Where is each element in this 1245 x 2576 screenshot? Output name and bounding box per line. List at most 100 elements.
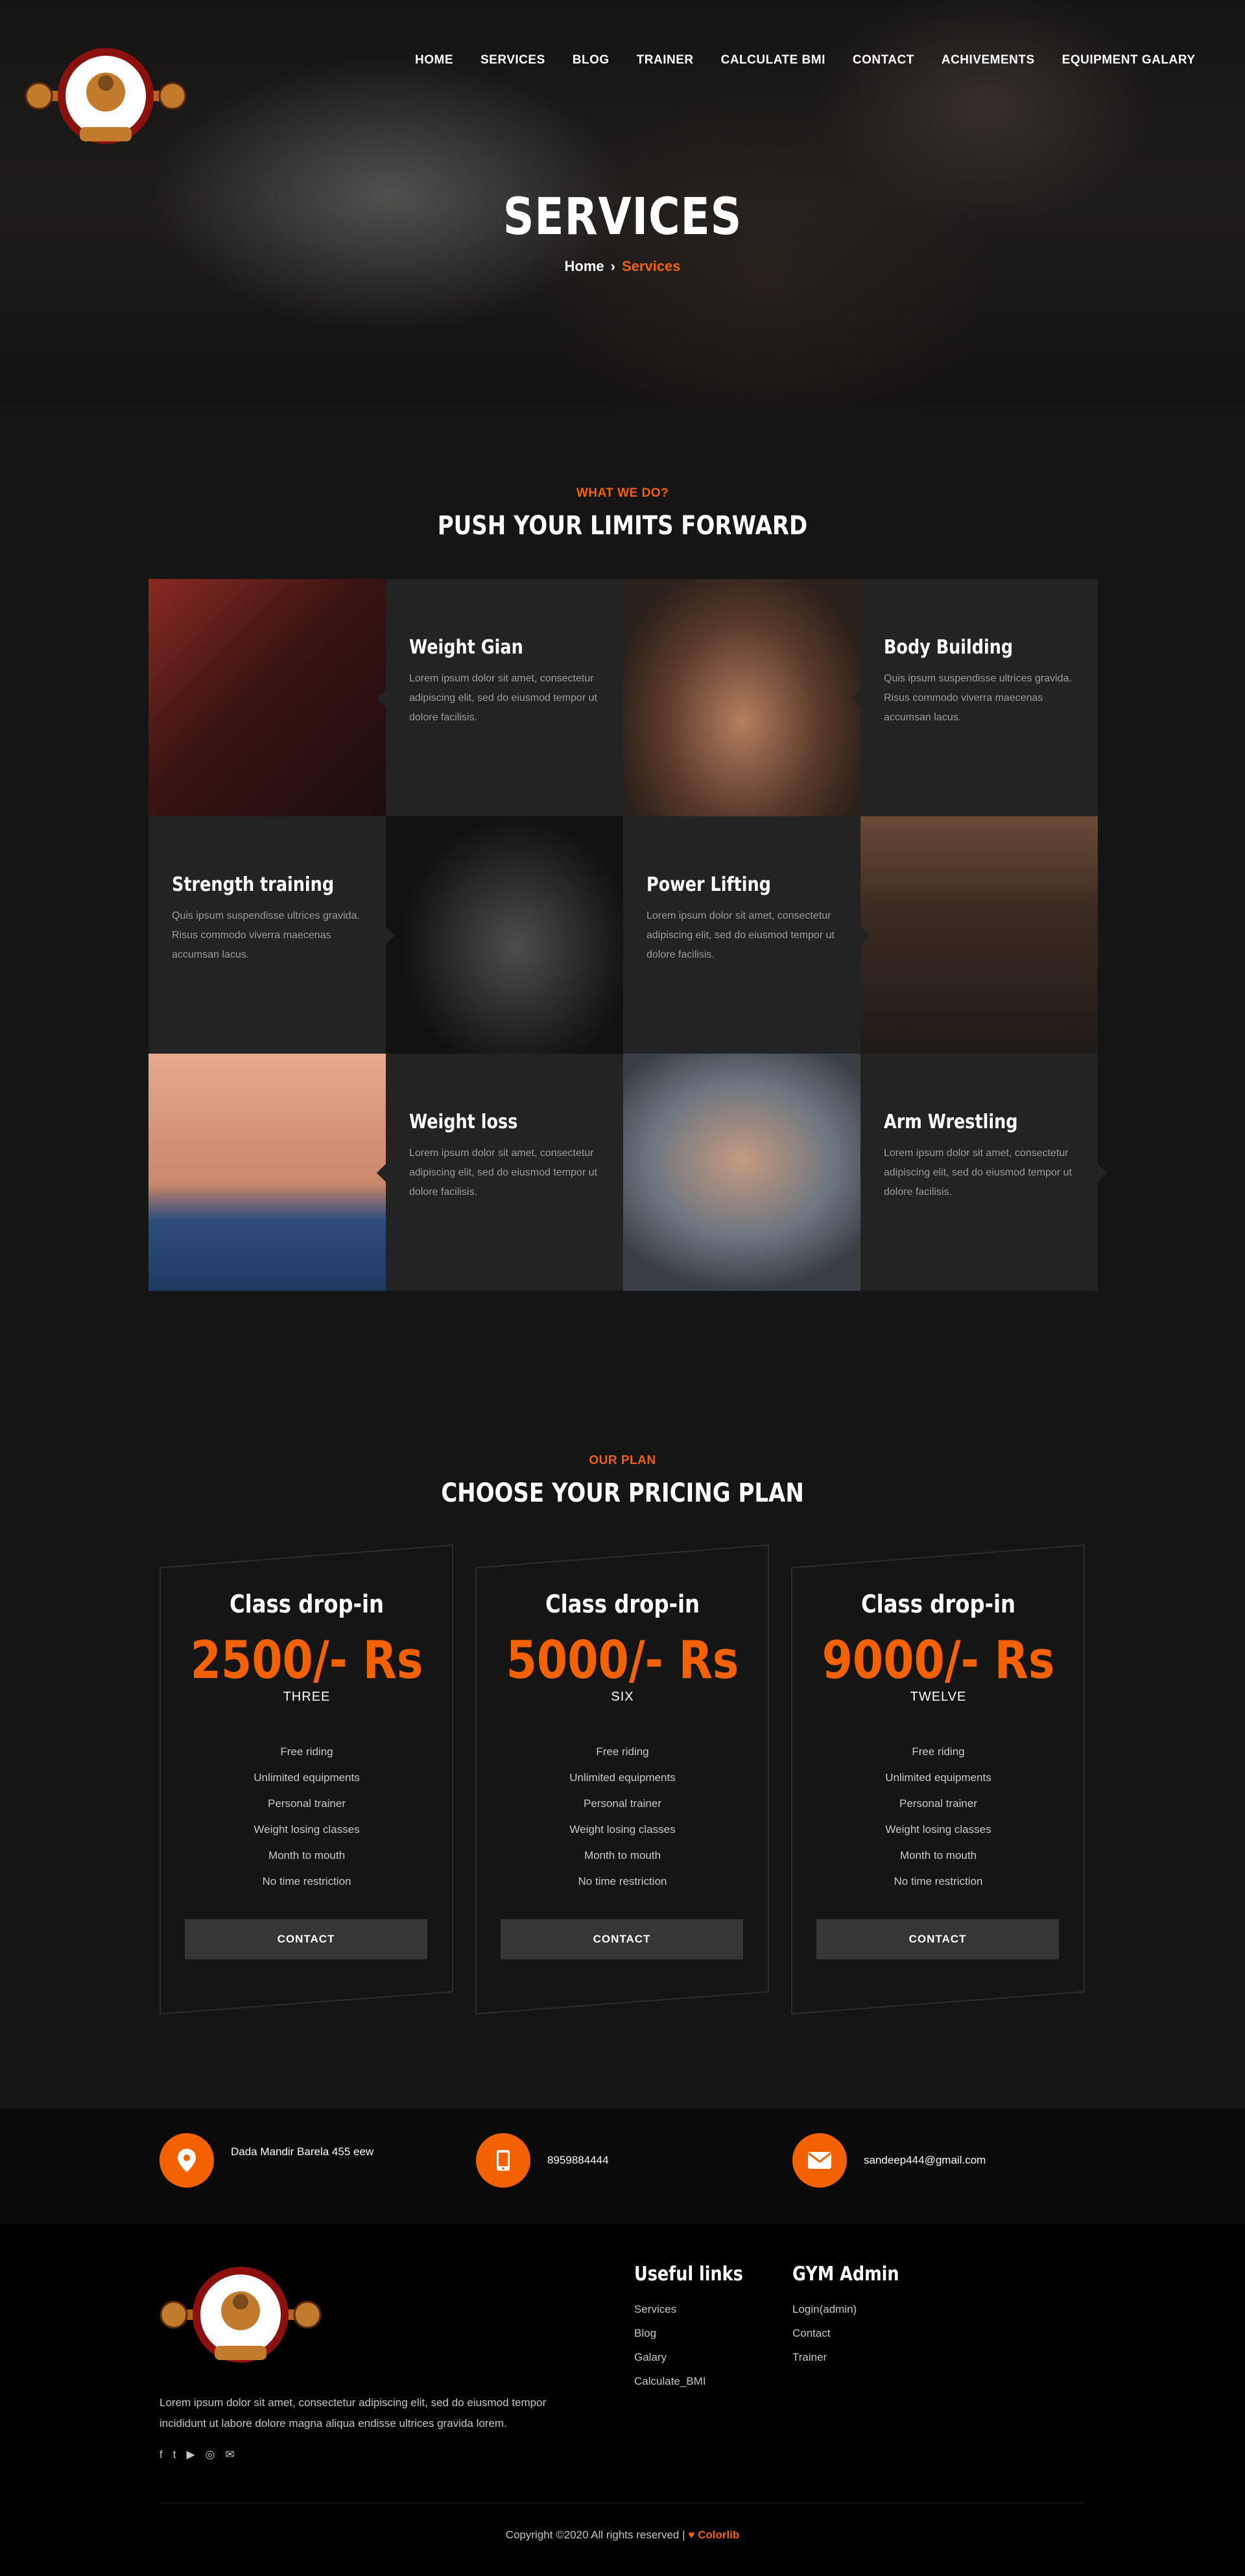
plan-contact-button[interactable]: CONTACT bbox=[501, 1919, 743, 1959]
plan-price: 9000/- Rs bbox=[822, 1630, 1055, 1690]
useful-links: Useful links Services Blog Galary Calcul… bbox=[634, 2263, 762, 2393]
feature-item: Unlimited equipments bbox=[254, 1771, 360, 1784]
service-card-weight-loss[interactable]: Weight loss Lorem ipsum dolor sit amet, … bbox=[377, 1054, 623, 1291]
footer-logo[interactable] bbox=[160, 2263, 322, 2367]
address-text: Dada Mandir Barela 455 eew bbox=[231, 2145, 374, 2158]
nav-home[interactable]: HOME bbox=[415, 53, 453, 67]
service-text: Lorem ipsum dolor sit amet, consectetur … bbox=[409, 673, 597, 723]
service-card-arm-wrestling[interactable]: Arm Wrestling Lorem ipsum dolor sit amet… bbox=[860, 1054, 1107, 1291]
footer-link-login-admin[interactable]: Login(admin) bbox=[792, 2297, 918, 2321]
useful-links-title: Useful links bbox=[634, 2263, 743, 2286]
copyright: Copyright ©2020 All rights reserved | ♥ … bbox=[0, 2529, 1245, 2542]
plan-duration: SIX bbox=[611, 1690, 634, 1704]
service-card-strength-training[interactable]: Strength training Quis ipsum suspendisse… bbox=[148, 816, 395, 1054]
service-image-weight-gain bbox=[148, 579, 386, 816]
contact-address: Dada Mandir Barela 455 eew bbox=[160, 2133, 374, 2188]
feature-item: Month to mouth bbox=[584, 1849, 661, 1861]
breadcrumb-current: Services bbox=[621, 258, 681, 274]
service-card-weight-gain[interactable]: Weight Gian Lorem ipsum dolor sit amet, … bbox=[377, 579, 623, 816]
feature-item: Free riding bbox=[596, 1745, 649, 1758]
service-title: Weight Gian bbox=[409, 636, 523, 659]
feature-item: No time restriction bbox=[262, 1875, 351, 1887]
footer-link-blog[interactable]: Blog bbox=[634, 2321, 762, 2345]
feature-item: Unlimited equipments bbox=[569, 1771, 676, 1784]
service-text: Lorem ipsum dolor sit amet, consectetur … bbox=[409, 1148, 597, 1198]
services-grid: Weight Gian Lorem ipsum dolor sit amet, … bbox=[148, 579, 1107, 1292]
plan-features: Free riding Unlimited equipments Persona… bbox=[160, 1739, 454, 1895]
email-icon[interactable]: ✉ bbox=[225, 2448, 234, 2461]
email-text[interactable]: sandeep444@gmail.com bbox=[864, 2154, 986, 2167]
contact-strip: Dada Mandir Barela 455 eew 8959884444 sa… bbox=[0, 2109, 1245, 2224]
feature-item: Free riding bbox=[280, 1745, 333, 1758]
facebook-icon[interactable]: f bbox=[160, 2448, 163, 2461]
main-nav: HOME SERVICES BLOG TRAINER CALCULATE BMI… bbox=[415, 53, 1222, 67]
plan-title: Class drop-in bbox=[545, 1590, 700, 1618]
location-pin-icon bbox=[160, 2133, 214, 2188]
nav-achivements[interactable]: ACHIVEMENTS bbox=[942, 53, 1035, 67]
service-image-body-building bbox=[623, 579, 860, 816]
nav-contact[interactable]: CONTACT bbox=[853, 53, 914, 67]
pricing-heading: CHOOSE YOUR PRICING PLAN bbox=[441, 1478, 804, 1508]
copyright-text: Copyright ©2020 All rights reserved | bbox=[505, 2529, 685, 2541]
mobile-phone-icon bbox=[476, 2133, 530, 2188]
services-label: WHAT WE DO? bbox=[576, 486, 669, 500]
site-logo[interactable] bbox=[25, 44, 187, 148]
plan-features: Free riding Unlimited equipments Persona… bbox=[475, 1739, 770, 1895]
nav-calculate-bmi[interactable]: CALCULATE BMI bbox=[721, 53, 825, 67]
plan-price: 5000/- Rs bbox=[506, 1630, 739, 1690]
plan-contact-button[interactable]: CONTACT bbox=[185, 1919, 427, 1959]
footer-link-calculate-bmi[interactable]: Calculate_BMI bbox=[634, 2369, 762, 2393]
plan-duration: THREE bbox=[283, 1690, 331, 1704]
footer-link-galary[interactable]: Galary bbox=[634, 2345, 762, 2369]
service-card-body-building[interactable]: Body Building Quis ipsum suspendisse ult… bbox=[851, 579, 1098, 816]
page-title: SERVICES bbox=[503, 188, 742, 246]
feature-item: Month to mouth bbox=[268, 1849, 346, 1861]
footer-link-trainer[interactable]: Trainer bbox=[792, 2345, 918, 2369]
service-title: Power Lifting bbox=[646, 873, 771, 896]
service-image-strength-training bbox=[386, 816, 623, 1054]
feature-item: Weight losing classes bbox=[885, 1823, 991, 1836]
plan-title: Class drop-in bbox=[860, 1590, 1016, 1618]
gym-admin-links: GYM Admin Login(admin) Contact Trainer bbox=[792, 2263, 918, 2369]
nav-services[interactable]: SERVICES bbox=[480, 53, 545, 67]
service-title: Arm Wrestling bbox=[884, 1111, 1018, 1133]
footer-link-contact[interactable]: Contact bbox=[792, 2321, 918, 2345]
footer-link-services[interactable]: Services bbox=[634, 2297, 762, 2321]
nav-blog[interactable]: BLOG bbox=[573, 53, 610, 67]
feature-item: Personal trainer bbox=[583, 1797, 661, 1810]
breadcrumb: Home › Services bbox=[0, 258, 1245, 275]
feature-item: Personal trainer bbox=[899, 1797, 977, 1810]
plan-duration: TWELVE bbox=[910, 1690, 967, 1704]
copyright-brand-link[interactable]: Colorlib bbox=[698, 2529, 739, 2541]
feature-item: Weight losing classes bbox=[254, 1823, 360, 1836]
plan-title: Class drop-in bbox=[229, 1590, 385, 1618]
service-image-weight-loss bbox=[148, 1054, 386, 1291]
feature-item: Free riding bbox=[912, 1745, 965, 1758]
site-footer: Lorem ipsum dolor sit amet, consectetur … bbox=[0, 2224, 1245, 2576]
feature-item: Weight losing classes bbox=[569, 1823, 676, 1836]
youtube-icon[interactable]: ▶ bbox=[186, 2448, 195, 2461]
services-heading: PUSH YOUR LIMITS FORWARD bbox=[437, 511, 808, 541]
service-image-arm-wrestling bbox=[623, 1054, 860, 1291]
breadcrumb-separator: › bbox=[610, 258, 615, 274]
nav-trainer[interactable]: TRAINER bbox=[637, 53, 694, 67]
service-card-power-lifting[interactable]: Power Lifting Lorem ipsum dolor sit amet… bbox=[623, 816, 870, 1054]
pricing-card: Class drop-in 5000/- Rs SIX Free riding … bbox=[475, 1544, 770, 2015]
service-text: Quis ipsum suspendisse ultrices gravida.… bbox=[884, 673, 1072, 723]
envelope-icon bbox=[792, 2133, 847, 2188]
service-text: Lorem ipsum dolor sit amet, consectetur … bbox=[884, 1148, 1072, 1198]
social-links: f t ▶ ◎ ✉ bbox=[160, 2448, 235, 2461]
service-image-power-lifting bbox=[860, 816, 1098, 1054]
phone-text[interactable]: 8959884444 bbox=[547, 2154, 609, 2167]
service-title: Weight loss bbox=[409, 1111, 518, 1133]
hero-banner: HOME SERVICES BLOG TRAINER CALCULATE BMI… bbox=[0, 0, 1245, 405]
breadcrumb-home[interactable]: Home bbox=[565, 258, 604, 274]
plan-contact-button[interactable]: CONTACT bbox=[816, 1919, 1059, 1959]
instagram-icon[interactable]: ◎ bbox=[206, 2448, 215, 2461]
footer-description: Lorem ipsum dolor sit amet, consectetur … bbox=[160, 2396, 547, 2429]
heart-icon: ♥ bbox=[688, 2529, 695, 2541]
contact-phone: 8959884444 bbox=[476, 2133, 609, 2188]
nav-equipment-galary[interactable]: EQUIPMENT GALARY bbox=[1062, 53, 1196, 67]
plan-features: Free riding Unlimited equipments Persona… bbox=[791, 1739, 1085, 1895]
twitter-icon[interactable]: t bbox=[173, 2448, 176, 2461]
